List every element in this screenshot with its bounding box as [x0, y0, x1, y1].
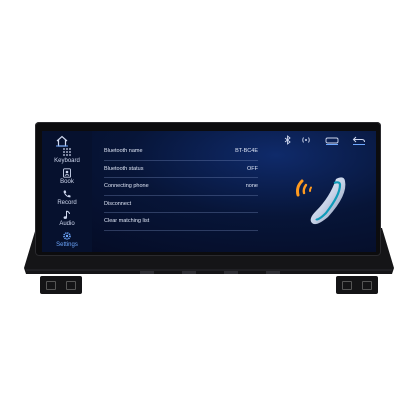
head-unit-device: Keyboard Book Record Audio Settings Blue…	[0, 0, 416, 416]
signal-icon	[302, 137, 310, 143]
sidebar-item-record[interactable]: Record	[42, 189, 92, 207]
sidebar-item-label: Keyboard	[54, 158, 80, 164]
mount-hole	[362, 281, 372, 290]
display-screen: Keyboard Book Record Audio Settings Blue…	[42, 131, 376, 252]
row-value: BT-BC4E	[235, 148, 258, 154]
row-value: OFF	[247, 165, 258, 172]
sidebar-item-audio[interactable]: Audio	[42, 210, 92, 228]
mount-hole	[46, 281, 56, 290]
home-icon[interactable]	[55, 135, 69, 147]
sidebar-item-label: Settings	[56, 242, 78, 248]
mount-hole	[66, 281, 76, 290]
list-item[interactable]: Connecting phone none	[104, 178, 258, 196]
bluetooth-icon	[284, 135, 291, 145]
sidebar: Keyboard Book Record Audio Settings	[42, 131, 92, 252]
phonebook-icon	[63, 168, 71, 178]
sidebar-item-settings[interactable]: Settings	[42, 231, 92, 249]
row-label: Clear matching list	[104, 218, 150, 224]
mount-foot-left	[40, 276, 82, 294]
row-label: Bluetooth name	[104, 148, 143, 154]
bluetooth-phone-illustration	[296, 177, 346, 225]
list-item[interactable]: Clear matching list	[104, 213, 258, 231]
row-label: Connecting phone	[104, 183, 149, 189]
bluetooth-settings-list: Bluetooth name BT-BC4E Bluetooth status …	[104, 143, 258, 231]
car-icon[interactable]	[325, 135, 339, 145]
music-note-icon	[63, 210, 70, 219]
gear-icon	[63, 232, 71, 240]
row-label: Bluetooth status	[104, 165, 144, 172]
sidebar-item-keyboard[interactable]: Keyboard	[42, 147, 92, 165]
row-label: Disconnect	[104, 200, 132, 207]
call-record-icon	[63, 190, 71, 198]
keypad-icon	[63, 148, 71, 156]
list-item[interactable]: Disconnect	[104, 196, 258, 213]
list-item[interactable]: Bluetooth status OFF	[104, 161, 258, 178]
mount-hole	[342, 281, 352, 290]
back-icon[interactable]	[352, 135, 366, 145]
sidebar-item-label: Book	[60, 179, 74, 185]
sidebar-item-book[interactable]: Book	[42, 168, 92, 186]
sidebar-item-label: Audio	[59, 221, 75, 227]
sidebar-item-label: Record	[57, 200, 77, 206]
row-value: none	[245, 183, 258, 189]
list-item[interactable]: Bluetooth name BT-BC4E	[104, 143, 258, 161]
mount-foot-right	[336, 276, 378, 294]
